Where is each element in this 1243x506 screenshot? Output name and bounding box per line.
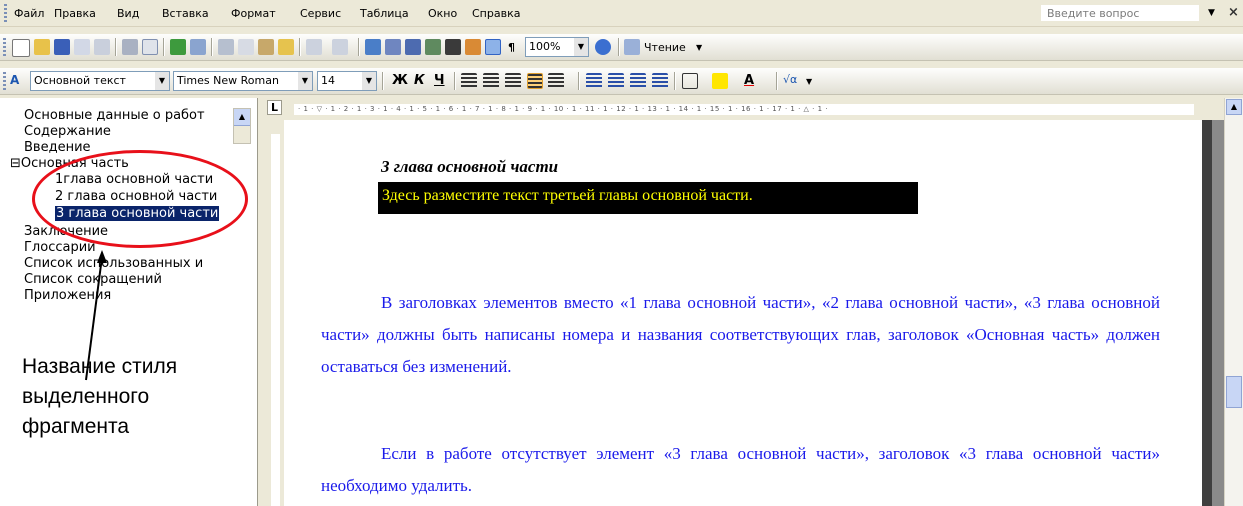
- equation-icon[interactable]: √α: [783, 73, 799, 89]
- pane-splitter[interactable]: [258, 98, 266, 506]
- menu-view[interactable]: Вид: [117, 7, 139, 20]
- insert-table-icon[interactable]: [405, 39, 421, 55]
- vertical-ruler: [266, 98, 284, 506]
- docmap-item[interactable]: Основные данные о работ: [24, 108, 205, 123]
- decrease-indent-icon[interactable]: [630, 73, 646, 89]
- reading-button[interactable]: Чтение: [644, 41, 686, 54]
- highlight-ellipse: [32, 150, 248, 248]
- open-folder-icon[interactable]: [34, 39, 50, 55]
- new-document-icon[interactable]: [12, 39, 30, 57]
- font-select[interactable]: Times New Roman ▼: [173, 71, 313, 91]
- menu-edit[interactable]: Правка: [54, 7, 96, 20]
- format-painter-icon[interactable]: [278, 39, 294, 55]
- hyperlink-icon[interactable]: [365, 39, 381, 55]
- print-preview-icon[interactable]: [142, 39, 158, 55]
- menu-file[interactable]: Файл: [14, 7, 44, 20]
- scroll-thumb[interactable]: [1226, 376, 1242, 408]
- help-question-input[interactable]: Введите вопрос: [1040, 4, 1200, 22]
- cut-icon[interactable]: [218, 39, 234, 55]
- chapter-heading[interactable]: 3 глава основной части: [381, 157, 558, 177]
- justify-icon[interactable]: [527, 73, 543, 89]
- menu-insert[interactable]: Вставка: [162, 7, 209, 20]
- menu-tools[interactable]: Сервис: [300, 7, 341, 20]
- italic-icon[interactable]: К: [414, 73, 425, 88]
- scroll-up-icon[interactable]: ▲: [234, 109, 250, 126]
- bullets-icon[interactable]: [608, 73, 624, 89]
- menu-help[interactable]: Справка: [472, 7, 520, 20]
- toolbar-grip[interactable]: [3, 72, 6, 90]
- line-spacing-icon[interactable]: [548, 73, 564, 89]
- font-size-select[interactable]: 14 ▼: [317, 71, 377, 91]
- toolbar-options-icon[interactable]: ▼: [696, 43, 702, 52]
- save-icon[interactable]: [54, 39, 70, 55]
- docmap-item[interactable]: Введение: [24, 140, 91, 155]
- docmap-item[interactable]: Приложения: [24, 288, 111, 303]
- show-hide-marks-icon[interactable]: ¶: [508, 41, 515, 54]
- borders-icon[interactable]: [682, 73, 698, 89]
- standard-toolbar: ¶ 100% ▼ Чтение ▼: [0, 34, 1243, 61]
- bold-icon[interactable]: Ж: [392, 73, 408, 88]
- document-map-icon[interactable]: [485, 39, 501, 55]
- font-color-icon[interactable]: A: [744, 73, 754, 88]
- body-paragraph[interactable]: Если в работе отсутствует элемент «3 гла…: [321, 438, 1160, 502]
- undo-icon[interactable]: [306, 39, 322, 55]
- vertical-scrollbar[interactable]: ▲: [1224, 98, 1243, 506]
- docmap-item[interactable]: Список сокращений: [24, 272, 162, 287]
- menu-format[interactable]: Формат: [231, 7, 276, 20]
- docmap-item[interactable]: Содержание: [24, 124, 111, 139]
- increase-indent-icon[interactable]: [652, 73, 668, 89]
- align-right-icon[interactable]: [505, 73, 521, 89]
- ruler-ticks: · 1 · ▽ · 1 · 2 · 1 · 3 · 1 · 4 · 1 · 5 …: [298, 105, 828, 113]
- help-icon[interactable]: [595, 39, 611, 55]
- paste-icon[interactable]: [258, 39, 274, 55]
- tab-selector[interactable]: L: [267, 100, 282, 115]
- align-left-icon[interactable]: [461, 73, 477, 89]
- permission-icon[interactable]: [74, 39, 90, 55]
- style-select[interactable]: Основной текст ▼: [30, 71, 170, 91]
- help-dropdown-icon[interactable]: ▼: [1208, 8, 1215, 18]
- spelling-icon[interactable]: [170, 39, 186, 55]
- annotation-text: Название стиля выделенного фрагмента: [22, 355, 178, 438]
- email-icon[interactable]: [94, 39, 110, 55]
- copy-icon[interactable]: [238, 39, 254, 55]
- formatting-toolbar: A Основной текст ▼ Times New Roman ▼ 14 ▼ Ж…: [0, 68, 1243, 95]
- styles-pane-icon[interactable]: A: [10, 73, 26, 89]
- redo-icon[interactable]: [332, 39, 348, 55]
- menu-grip[interactable]: [4, 4, 7, 22]
- drawing-icon[interactable]: [465, 39, 481, 55]
- menu-window[interactable]: Окно: [428, 7, 457, 20]
- print-icon[interactable]: [122, 39, 138, 55]
- reading-layout-icon[interactable]: [624, 39, 640, 55]
- align-center-icon[interactable]: [483, 73, 499, 89]
- research-icon[interactable]: [190, 39, 206, 55]
- insert-excel-icon[interactable]: [425, 39, 441, 55]
- menu-bar: Файл Правка Вид Вставка Формат Сервис Та…: [0, 0, 1243, 27]
- tables-borders-icon[interactable]: [385, 39, 401, 55]
- zoom-select[interactable]: 100% ▼: [525, 37, 589, 57]
- docmap-item[interactable]: Список использованных и: [24, 256, 203, 271]
- menu-table[interactable]: Таблица: [360, 7, 409, 20]
- toolbar-options-icon[interactable]: ▼: [806, 77, 812, 86]
- highlight-icon[interactable]: [712, 73, 728, 89]
- numbering-icon[interactable]: [586, 73, 602, 89]
- toolbar-grip[interactable]: [3, 38, 6, 56]
- body-paragraph[interactable]: В заголовках элементов вместо «1 глава о…: [321, 287, 1160, 383]
- selected-placeholder-text[interactable]: Здесь разместите текст третьей главы осн…: [378, 182, 918, 214]
- columns-icon[interactable]: [445, 39, 461, 55]
- docmap-scrollbar[interactable]: ▲: [233, 108, 251, 144]
- close-document-icon[interactable]: ×: [1228, 5, 1239, 20]
- horizontal-ruler[interactable]: · 1 · ▽ · 1 · 2 · 1 · 3 · 1 · 4 · 1 · 5 …: [284, 98, 1224, 120]
- underline-icon[interactable]: Ч: [434, 73, 445, 88]
- docmap-item[interactable]: Глоссарий: [24, 240, 96, 255]
- scroll-up-icon[interactable]: ▲: [1226, 99, 1242, 115]
